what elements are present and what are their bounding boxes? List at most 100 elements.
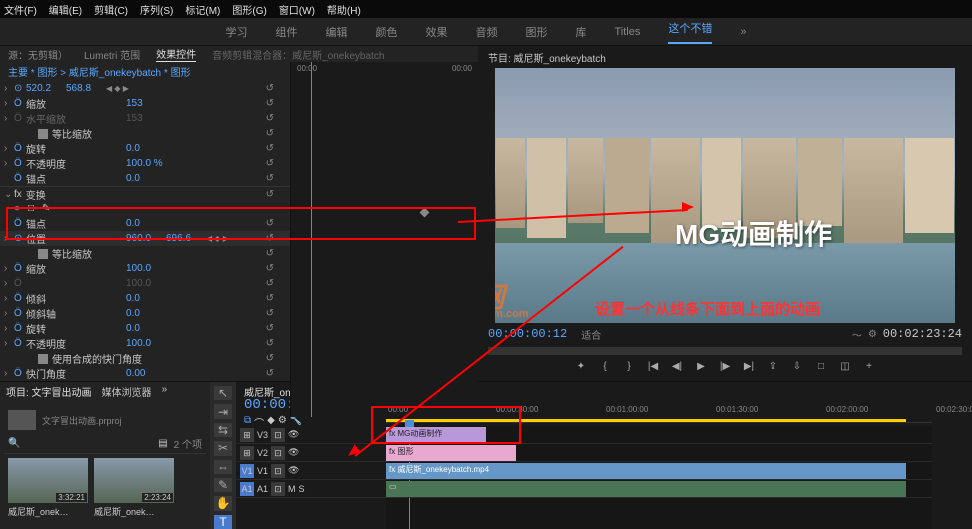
razor-tool-icon[interactable]: ✂: [214, 441, 232, 455]
prop-header-v2[interactable]: 568.8: [66, 83, 106, 94]
prop-rot2[interactable]: 旋转: [26, 321, 126, 336]
menu-sequence[interactable]: 序列(S): [140, 2, 173, 17]
solo-icon[interactable]: S: [299, 484, 305, 494]
ws-graphics[interactable]: 图形: [526, 24, 548, 40]
tab-effect-controls[interactable]: 效果控件: [156, 46, 196, 62]
btn-plus-icon[interactable]: +: [861, 361, 877, 377]
lift-icon[interactable]: ⇪: [765, 361, 781, 377]
ws-learn[interactable]: 学习: [226, 24, 248, 40]
ws-assembly[interactable]: 组件: [276, 24, 298, 40]
menu-clip[interactable]: 剪辑(C): [94, 2, 128, 17]
tab-audio-mixer[interactable]: 音频剪辑混合器：威尼斯_onekeybatch: [212, 47, 384, 62]
eye-icon[interactable]: 👁: [288, 465, 299, 476]
hand-tool-icon[interactable]: ✋: [214, 496, 232, 510]
menu-help[interactable]: 帮助(H): [327, 2, 361, 17]
track-target[interactable]: A1: [240, 482, 254, 496]
track-output[interactable]: ⊡: [271, 428, 285, 442]
prop-shutter-val[interactable]: 0.00: [126, 368, 166, 379]
prop-scale2-val[interactable]: 100.0: [126, 263, 166, 274]
program-scrubber[interactable]: [488, 347, 962, 355]
prop-posx[interactable]: 960.0: [126, 233, 166, 244]
resolution-dropdown[interactable]: 〜: [852, 327, 862, 342]
project-search-input[interactable]: [20, 439, 158, 449]
eye-icon[interactable]: 👁: [288, 429, 299, 440]
filter-icon[interactable]: ▤: [158, 438, 167, 449]
track-output[interactable]: ⊡: [271, 446, 285, 460]
track-output[interactable]: ⊡: [271, 482, 285, 496]
ws-effects[interactable]: 效果: [426, 24, 448, 40]
prop-transform[interactable]: 变换: [26, 187, 46, 202]
menu-graphics[interactable]: 图形(G): [232, 2, 266, 17]
usecomp-checkbox[interactable]: [38, 354, 48, 364]
prop-anchor2-val[interactable]: 0.0: [126, 218, 166, 229]
program-monitor[interactable]: MG动画制作 设置一个从线条下面到上面的动画 GXT网 system.com: [495, 68, 955, 323]
prop-scale[interactable]: 缩放: [26, 96, 126, 111]
ws-editing[interactable]: 编辑: [326, 24, 348, 40]
uniform2-checkbox[interactable]: [38, 249, 48, 259]
prop-op-val[interactable]: 100.0 %: [126, 158, 166, 169]
prop-header-v1[interactable]: 520.2: [26, 83, 66, 94]
type-tool-icon[interactable]: T: [214, 515, 232, 529]
go-out-icon[interactable]: ▶|: [741, 361, 757, 377]
prop-anchor[interactable]: 锚点: [26, 171, 126, 186]
prop-skew-val[interactable]: 0.0: [126, 293, 166, 304]
prop-anchor-val[interactable]: 0.0: [126, 173, 166, 184]
mark-in-icon[interactable]: {: [597, 361, 613, 377]
work-area-bar[interactable]: [386, 419, 906, 422]
menu-edit[interactable]: 编辑(E): [49, 2, 82, 17]
clip-graphic[interactable]: fx 图形: [386, 445, 516, 461]
compare-icon[interactable]: ◫: [837, 361, 853, 377]
project-item[interactable]: 2:23:24 威尼斯_onek…: [94, 458, 174, 518]
timeline-ruler[interactable]: 00:00 00:00:30:00 00:01:00:00 00:01:30:0…: [386, 403, 932, 423]
prop-position[interactable]: 位置: [26, 231, 126, 246]
tab-media-browser[interactable]: 媒体浏览器: [102, 384, 152, 400]
eye-icon[interactable]: 👁: [288, 447, 299, 458]
export-frame-icon[interactable]: □: [813, 361, 829, 377]
timeline-tracks[interactable]: fx MG动画制作 fx 图形 fx 威尼斯_onekeybatch.mp4 ▭: [386, 426, 932, 529]
prop-skewaxis[interactable]: 倾斜轴: [26, 306, 126, 321]
track-select-tool-icon[interactable]: ⇥: [214, 404, 232, 418]
prop-rotation[interactable]: 旋转: [26, 141, 126, 156]
menu-marker[interactable]: 标记(M): [185, 2, 220, 17]
pen-tool-icon[interactable]: ✎: [214, 478, 232, 492]
prop-op2[interactable]: 不透明度: [26, 336, 126, 351]
prop-op2-val[interactable]: 100.0: [126, 338, 166, 349]
track-output[interactable]: ⊡: [271, 464, 285, 478]
ws-custom[interactable]: 这个不错: [668, 20, 712, 44]
ripple-tool-icon[interactable]: ⇆: [214, 423, 232, 437]
ws-overflow-icon[interactable]: »: [740, 26, 746, 38]
fx-icon[interactable]: fx: [14, 189, 22, 200]
track-v3-label[interactable]: V3: [257, 430, 268, 440]
project-item[interactable]: 3:32:21 威尼斯_onek…: [8, 458, 88, 518]
program-tc-left[interactable]: 00:00:00:12: [488, 327, 567, 341]
keyframe-nav[interactable]: ◀ ◆ ▶: [206, 234, 229, 243]
prop-opacity[interactable]: 不透明度: [26, 156, 126, 171]
ws-libraries[interactable]: 库: [576, 24, 587, 40]
ws-titles[interactable]: Titles: [615, 26, 641, 38]
slip-tool-icon[interactable]: ⇔: [214, 460, 232, 474]
track-v2-label[interactable]: V2: [257, 448, 268, 458]
settings-icon[interactable]: ⚙: [868, 329, 877, 340]
mute-icon[interactable]: M: [288, 484, 296, 494]
prop-scale2[interactable]: 缩放: [26, 261, 126, 276]
prop-anchor2[interactable]: 锚点: [26, 216, 126, 231]
search-icon[interactable]: 🔍: [8, 438, 20, 449]
clip-mg[interactable]: fx MG动画制作: [386, 427, 486, 443]
clip-audio[interactable]: ▭: [386, 481, 906, 497]
prop-skew[interactable]: 倾斜: [26, 291, 126, 306]
add-marker-icon[interactable]: ✦: [573, 361, 589, 377]
uniform-checkbox[interactable]: [38, 129, 48, 139]
ws-color[interactable]: 颜色: [376, 24, 398, 40]
keyframe-icon[interactable]: [420, 208, 430, 218]
play-icon[interactable]: ▶: [693, 361, 709, 377]
mask-circle-icon[interactable]: ○: [14, 203, 28, 214]
track-toggle[interactable]: ⊞: [240, 428, 254, 442]
ws-audio[interactable]: 音频: [476, 24, 498, 40]
prop-rot-val[interactable]: 0.0: [126, 143, 166, 154]
prop-shutter[interactable]: 快门角度: [26, 366, 126, 381]
prop-rot2-val[interactable]: 0.0: [126, 323, 166, 334]
track-a1-label[interactable]: A1: [257, 484, 268, 494]
tab-lumetri[interactable]: Lumetri 范围: [84, 47, 140, 62]
tab-overflow-icon[interactable]: »: [162, 384, 168, 400]
tab-source[interactable]: 源：无剪辑）: [8, 47, 68, 62]
